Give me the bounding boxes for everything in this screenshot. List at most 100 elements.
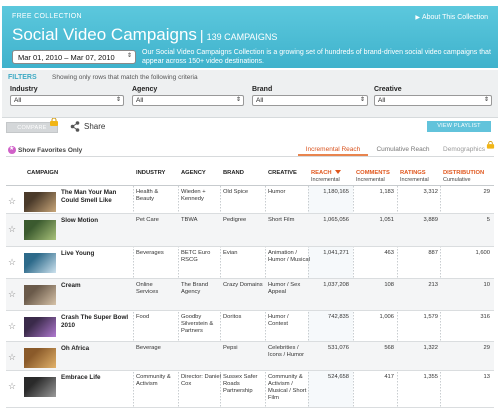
filter-industry-label: Industry (10, 86, 38, 93)
table-row[interactable]: ☆ The Man Your Man Could Smell Like Health… (6, 186, 494, 214)
cell-comments: 417 (384, 374, 394, 380)
table-row[interactable]: ☆ Crash The Super Bowl 2010 Food Goodby Sil… (6, 311, 494, 342)
video-thumbnail[interactable] (24, 285, 56, 305)
favorite-star-icon[interactable]: ☆ (8, 289, 16, 300)
favorite-star-icon[interactable]: ☆ (8, 321, 16, 332)
cell-brand: Old Spice (223, 189, 249, 195)
filter-agency-value: All (136, 97, 144, 104)
favorite-star-icon[interactable]: ☆ (8, 196, 16, 207)
col-header-brand[interactable]: BRAND (223, 170, 244, 177)
col-header-creative[interactable]: CREATIVE (268, 170, 297, 177)
campaign-name[interactable]: The Man Your Man Could Smell Like (61, 189, 131, 205)
title-separator: | (199, 27, 204, 43)
favorite-star-icon[interactable]: ☆ (8, 257, 16, 268)
video-thumbnail[interactable] (24, 253, 56, 273)
cell-agency: The Brand Agency (181, 282, 209, 295)
filter-brand-label: Brand (252, 86, 273, 93)
campaign-name[interactable]: Live Young (61, 250, 131, 258)
col-header-ratings-sub: Incremental (400, 177, 429, 183)
collection-type-label: FREE COLLECTION (12, 13, 82, 20)
filter-industry-select[interactable]: All ⇕ (10, 95, 124, 106)
filter-creative-select[interactable]: All ⇕ (374, 95, 492, 106)
show-favorites-toggle[interactable]: Show Favorites Only (18, 147, 82, 154)
view-playlist-button[interactable]: VIEW PLAYLIST (427, 121, 491, 132)
video-thumbnail[interactable] (24, 220, 56, 240)
filter-agency-select[interactable]: All ⇕ (132, 95, 244, 106)
filter-brand-select[interactable]: All ⇕ (252, 95, 368, 106)
favorite-star-icon[interactable]: ☆ (8, 224, 16, 235)
filters-panel: FILTERS Showing only rows that match the… (2, 70, 498, 118)
col-header-comments-sub: Incremental (356, 177, 385, 183)
lock-icon (486, 141, 495, 149)
filter-creative-label: Creative (374, 86, 402, 93)
filter-industry-value: All (14, 97, 22, 104)
campaign-name[interactable]: Cream (61, 282, 131, 290)
col-header-ratings[interactable]: RATINGS Incremental (400, 170, 429, 184)
cell-ratings: 3,312 (423, 189, 438, 195)
favorite-star-icon[interactable]: ☆ (8, 381, 16, 392)
cell-comments: 1,051 (379, 217, 394, 223)
share-icon[interactable] (70, 121, 80, 132)
table-row[interactable]: ☆ Oh Africa Beverage Pepsi Celebrities / Ico… (6, 342, 494, 371)
cell-ratings: 1,322 (423, 345, 438, 351)
sort-desc-icon (334, 170, 341, 175)
campaign-name[interactable]: Crash The Super Bowl 2010 (61, 314, 131, 330)
cell-reach: 1,180,165 (323, 189, 349, 195)
about-collection-link[interactable]: ▶ About This Collection (415, 14, 488, 21)
cell-ratings: 1,355 (423, 374, 438, 380)
video-thumbnail[interactable] (24, 317, 56, 337)
table-row[interactable]: ☆ Slow Motion Pet Care TBWA Pedigree Short Fi… (6, 214, 494, 247)
filter-industry: Industry All ⇕ (10, 86, 124, 106)
cell-comments: 568 (384, 345, 394, 351)
favorite-star-icon[interactable]: ☆ (8, 352, 16, 363)
video-thumbnail[interactable] (24, 377, 56, 397)
cell-comments: 463 (384, 250, 394, 256)
cell-industry: Food (136, 314, 150, 320)
col-header-reach[interactable]: REACH Incremental (311, 170, 341, 184)
cell-creative: Short Film (268, 217, 295, 223)
cell-reach: 531,076 (328, 345, 349, 351)
cell-industry: Online Services (136, 282, 159, 295)
col-header-distribution-sub: Cumulative (443, 177, 471, 183)
campaign-name[interactable]: Embrace Life (61, 374, 131, 382)
cell-distribution: 29 (483, 345, 490, 351)
dropdown-arrows-icon: ⇕ (483, 97, 489, 103)
favorites-star-icon[interactable] (8, 145, 16, 154)
col-header-distribution[interactable]: DISTRIBUTION Cumulative (443, 170, 484, 184)
video-thumbnail[interactable] (24, 192, 56, 212)
dropdown-arrows-icon: ⇕ (359, 97, 365, 103)
tab-cumulative-reach[interactable]: Cumulative Reach (370, 144, 436, 156)
table-row[interactable]: ☆ Cream Online Services The Brand Agency Cra… (6, 279, 494, 311)
lock-icon (50, 118, 58, 126)
tab-demographics[interactable]: Demographics (437, 144, 491, 156)
table-row[interactable]: ☆ Live Young Beverages BETC Euro RSCG Evian A… (6, 247, 494, 279)
campaign-name[interactable]: Slow Motion (61, 217, 131, 225)
table-row[interactable]: ☆ Embrace Life Community & Activism Directo… (6, 371, 494, 408)
cell-distribution: 1,600 (475, 250, 490, 256)
cell-industry: Beverages (136, 250, 164, 256)
col-header-comments[interactable]: COMMENTS Incremental (356, 170, 390, 184)
collection-header: FREE COLLECTION ▶ About This Collection S… (2, 6, 498, 68)
dropdown-arrows-icon: ⇕ (235, 97, 241, 103)
col-header-campaign[interactable]: CAMPAIGN (27, 170, 58, 177)
tabs-divider (6, 156, 494, 157)
cell-creative: Celebrities / Icons / Humor (268, 345, 305, 358)
filters-title: FILTERS (8, 74, 37, 81)
date-range-select[interactable]: Mar 01, 2010 – Mar 07, 2010 ⇕ (12, 50, 136, 64)
share-button[interactable]: Share (84, 122, 105, 131)
col-header-industry[interactable]: INDUSTRY (136, 170, 165, 177)
cell-distribution: 13 (483, 374, 490, 380)
tab-incremental-reach[interactable]: Incremental Reach (298, 144, 368, 156)
cell-comments: 108 (384, 282, 394, 288)
cell-ratings: 213 (428, 282, 438, 288)
cell-agency: Director: Daniel Cox (181, 374, 221, 387)
col-header-agency[interactable]: AGENCY (181, 170, 206, 177)
col-header-reach-sub: Incremental (311, 177, 340, 183)
cell-ratings: 887 (428, 250, 438, 256)
cell-reach: 1,065,056 (323, 217, 349, 223)
filter-brand: Brand All ⇕ (252, 86, 368, 106)
video-thumbnail[interactable] (24, 348, 56, 368)
campaign-name[interactable]: Oh Africa (61, 345, 131, 353)
cell-industry: Pet Care (136, 217, 159, 223)
date-range-value: Mar 01, 2010 – Mar 07, 2010 (18, 53, 115, 62)
